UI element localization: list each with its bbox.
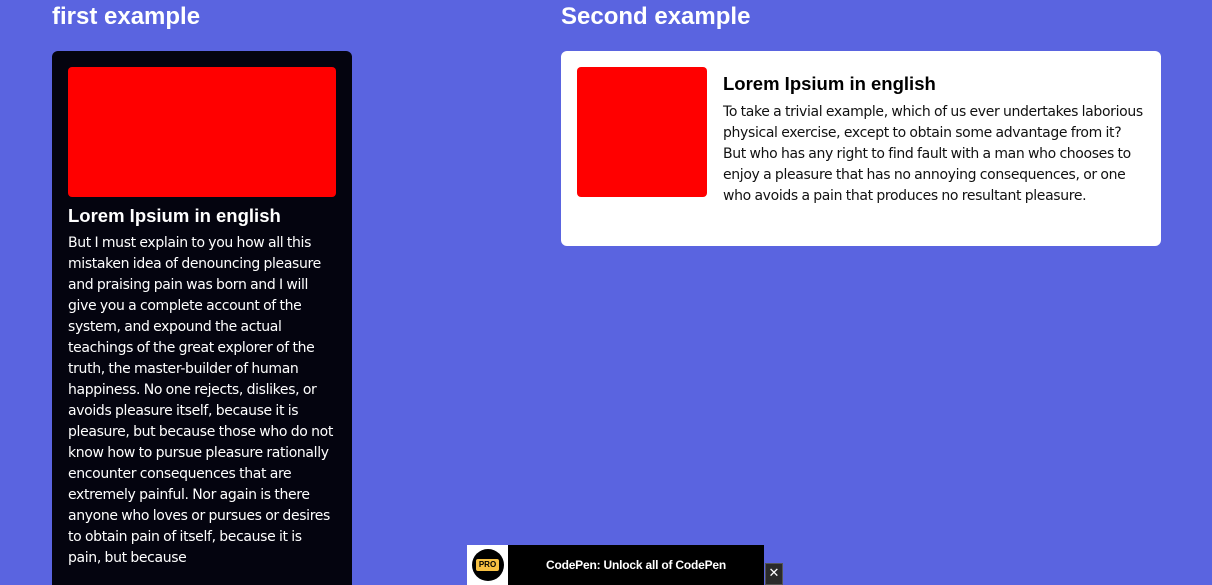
codepen-pro-logo: PRO bbox=[467, 545, 508, 585]
card-thumbnail bbox=[577, 67, 707, 197]
first-example-heading: first example bbox=[52, 3, 201, 30]
pro-badge: PRO bbox=[474, 558, 501, 572]
promo-text: CodePen: Unlock all of CodePen bbox=[545, 558, 727, 572]
card-body: Lorem Ipsium in english To take a trivia… bbox=[723, 67, 1143, 207]
pro-logo-icon: PRO bbox=[471, 549, 504, 581]
page: first example Second example Lorem Ipsiu… bbox=[0, 0, 1212, 585]
card-title: Lorem Ipsium in english bbox=[68, 205, 281, 226]
card-text: To take a trivial example, which of us e… bbox=[723, 104, 1143, 204]
card-title: Lorem Ipsium in english bbox=[723, 73, 936, 94]
codepen-promo-banner[interactable]: PRO CodePen: Unlock all of CodePen bbox=[467, 545, 764, 585]
second-example-heading: Second example bbox=[561, 3, 751, 30]
close-icon[interactable]: ✕ bbox=[765, 563, 783, 585]
card-thumbnail bbox=[68, 67, 336, 197]
first-example-card: Lorem Ipsium in english But I must expla… bbox=[52, 51, 352, 585]
second-example-card: Lorem Ipsium in english To take a trivia… bbox=[561, 51, 1161, 246]
card-text: But I must explain to you how all this m… bbox=[68, 235, 333, 566]
